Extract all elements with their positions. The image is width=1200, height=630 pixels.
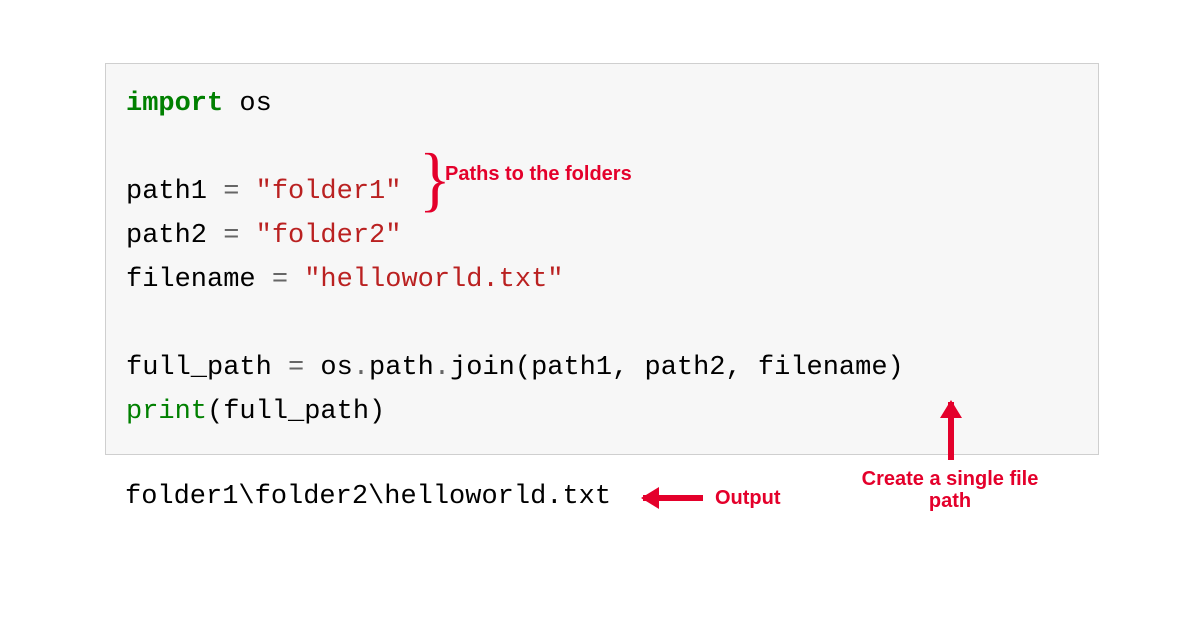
var-filename: filename [126, 265, 272, 295]
operator-eq: = [272, 265, 288, 295]
operator-eq: = [288, 353, 304, 383]
string-folder2: "folder2" [256, 221, 402, 251]
module-os: os [223, 89, 272, 119]
operator-eq: = [223, 177, 239, 207]
string-helloworld: "helloworld.txt" [304, 265, 563, 295]
var-fullpath: full_path [126, 353, 288, 383]
fn-print: print [126, 397, 207, 427]
output-text: folder1\folder2\helloworld.txt [125, 482, 611, 512]
arrow-left-icon [643, 495, 703, 501]
brace-icon: } [419, 145, 439, 227]
string-folder1: "folder1" [256, 177, 402, 207]
arrow-up-icon [948, 402, 954, 460]
code-block: import os path1 = "folder1" path2 = "fol… [105, 63, 1099, 455]
annotation-create: Create a single file path [850, 468, 1050, 512]
annotation-output: Output [715, 487, 781, 509]
operator-eq: = [223, 221, 239, 251]
annotation-paths: Paths to the folders [445, 163, 632, 185]
var-path2: path2 [126, 221, 223, 251]
var-path1: path1 [126, 177, 223, 207]
keyword-import: import [126, 89, 223, 119]
